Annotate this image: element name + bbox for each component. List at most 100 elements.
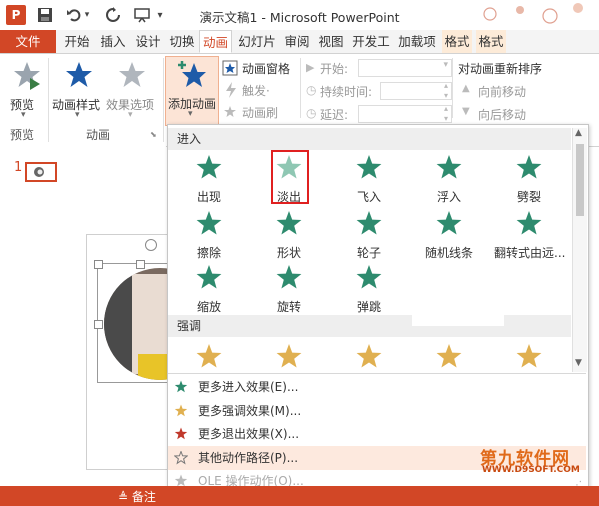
group-separator [300, 58, 301, 118]
watermark-url: WWW.D9SOFT.COM [482, 465, 580, 475]
watermark-logo: 第九软件网 WWW.D9SOFT.COM [476, 444, 596, 480]
tab-format-drawing[interactable]: 格式 [476, 30, 506, 53]
tab-home[interactable]: 开始 [62, 30, 92, 53]
delay-clock-icon: ◷ [306, 106, 317, 120]
tab-view[interactable]: 视图 [316, 30, 346, 53]
shape-star-icon [276, 211, 302, 235]
entrance-effect-item[interactable]: 飞入 [334, 151, 404, 209]
tab-design[interactable]: 设计 [133, 30, 163, 53]
group-label-preview: 预览 [10, 128, 35, 142]
triangle-up-icon: ▲ [462, 83, 470, 94]
add-animation-gallery: 进入 出现 淡出 飞入 浮入 劈裂 擦除 形状 轮子 随机线条 翻转式由远... 缩放 旋转 弹跳 强调… [167, 124, 589, 494]
start-row: ▶ 开始: ▾ [306, 59, 452, 78]
slide-thumbnail[interactable] [25, 162, 57, 182]
entrance-effect-item[interactable]: 旋转 [254, 261, 324, 319]
scroll-up-icon[interactable]: ▲ [575, 128, 582, 138]
move-earlier-label: 向前移动 [478, 85, 527, 99]
move-later-button[interactable]: ▼ 向后移动 [462, 106, 542, 124]
resize-handle[interactable] [94, 320, 103, 329]
tab-review[interactable]: 审阅 [282, 30, 312, 53]
group-separator [163, 58, 164, 142]
lightning-icon [226, 82, 236, 98]
tab-slideshow[interactable]: 幻灯片 [236, 30, 278, 53]
tab-insert[interactable]: 插入 [98, 30, 128, 53]
tab-transitions[interactable]: 切换 [167, 30, 197, 53]
trigger-button[interactable]: 触发· [222, 80, 296, 100]
float-in-star-icon [436, 155, 462, 179]
menu-item-label: 其他动作路径(P)... [198, 450, 299, 465]
tab-format-picture[interactable]: 格式 [442, 30, 472, 53]
animation-pane-label: 动画窗格 [242, 62, 291, 76]
animation-styles-button[interactable]: 动画样式 ▾ [52, 58, 106, 120]
more-effects-menu-item[interactable]: 更多进入效果(E)... [168, 375, 586, 399]
animation-pane-button[interactable]: 动画窗格 [222, 58, 296, 78]
move-earlier-button[interactable]: ▲ 向前移动 [462, 83, 542, 101]
emphasis-effect-star-icon[interactable] [274, 342, 304, 372]
menu-item-label: 更多进入效果(E)... [198, 380, 299, 394]
thumbnail-photo-icon [34, 167, 44, 177]
more-effects-menu-item[interactable]: 更多退出效果(X)... [168, 422, 586, 446]
animation-painter-button[interactable]: 动画刷 [222, 102, 296, 122]
menu-star-icon [174, 380, 188, 393]
slide-number: 1 [14, 160, 23, 175]
effect-options-button[interactable]: 效果选项 ▾ [106, 58, 158, 120]
entrance-effect-item[interactable]: 擦除 [174, 207, 244, 265]
emphasis-effect-star-icon[interactable] [354, 342, 384, 372]
more-effects-menu-item[interactable]: 更多强调效果(M)... [168, 399, 586, 423]
delay-input[interactable]: ▴ ▾ [358, 104, 452, 123]
emphasis-effect-star-icon[interactable] [194, 342, 224, 372]
entrance-effect-label: 缩放 [196, 300, 221, 314]
tab-addins[interactable]: 加载项 [396, 30, 438, 53]
rotate-handle-icon[interactable] [145, 239, 157, 251]
slide-canvas[interactable] [86, 234, 197, 470]
appear-star-icon [196, 155, 222, 179]
random-bars-star-icon [436, 211, 462, 235]
entrance-effect-item[interactable]: 浮入 [414, 151, 484, 209]
entrance-effect-label: 擦除 [196, 246, 221, 260]
resize-handle[interactable] [136, 260, 145, 269]
notes-button[interactable]: ≜ 备注 [118, 488, 156, 504]
entrance-effect-item[interactable]: 翻转式由远... [494, 207, 565, 265]
entrance-effect-item[interactable]: 形状 [254, 207, 324, 265]
title-bar: P ▾ ▾ 演示文稿1 - Microsoft PowerPoint [0, 0, 599, 30]
notes-icon: ≜ [118, 490, 129, 504]
start-select[interactable]: ▾ [358, 59, 452, 77]
emphasis-effect-star-icon[interactable] [514, 342, 544, 372]
scroll-thumb[interactable] [576, 144, 584, 216]
start-icon: ▶ [306, 61, 315, 74]
entrance-effect-item[interactable]: 缩放 [174, 261, 244, 319]
add-animation-button[interactable]: 添加动画 ▾ [165, 56, 219, 126]
scroll-down-icon[interactable]: ▼ [575, 358, 582, 368]
decorative-leaves [470, 0, 598, 30]
entrance-effect-item[interactable]: 随机线条 [414, 207, 484, 265]
wipe-star-icon [196, 211, 222, 235]
tab-file[interactable]: 文件 [0, 30, 56, 53]
spinner-icon: ▴ ▾ [443, 81, 448, 100]
tab-developer[interactable]: 开发工 [350, 30, 392, 53]
menu-star-icon [174, 427, 188, 440]
tab-animations[interactable]: 动画 [199, 30, 232, 53]
swivel-star-icon [276, 265, 302, 289]
circular-photo [104, 268, 178, 380]
add-animation-star-icon [178, 61, 206, 87]
delay-row: ◷ 延迟: ▴ ▾ [306, 104, 452, 124]
delay-label: 延迟: [320, 108, 349, 122]
entrance-effect-label: 旋转 [276, 300, 301, 314]
emphasis-effect-star-icon[interactable] [434, 342, 464, 372]
entrance-effect-item[interactable]: 轮子 [334, 207, 404, 265]
dialog-launcher-icon[interactable]: ⬊ [150, 130, 157, 139]
entrance-effect-item[interactable]: 出现 [174, 151, 244, 209]
grow-turn-star-icon [516, 211, 542, 235]
animation-painter-label: 动画刷 [242, 106, 279, 120]
clock-icon: ◷ [306, 83, 317, 97]
entrance-effect-label: 形状 [276, 246, 301, 260]
preview-button[interactable]: 预览 ▾ [6, 58, 46, 120]
duration-input[interactable]: ▴ ▾ [380, 81, 452, 100]
menu-divider [168, 373, 586, 374]
entrance-effect-item[interactable]: 淡出 [254, 150, 324, 209]
gallery-scrollbar[interactable]: ▲ ▼ [572, 128, 587, 372]
entrance-effect-item[interactable]: 劈裂 [494, 151, 564, 209]
entrance-effect-item[interactable]: 弹跳 [334, 261, 404, 319]
resize-handle[interactable] [94, 260, 103, 269]
status-bar: ≜ 备注 [0, 486, 599, 506]
